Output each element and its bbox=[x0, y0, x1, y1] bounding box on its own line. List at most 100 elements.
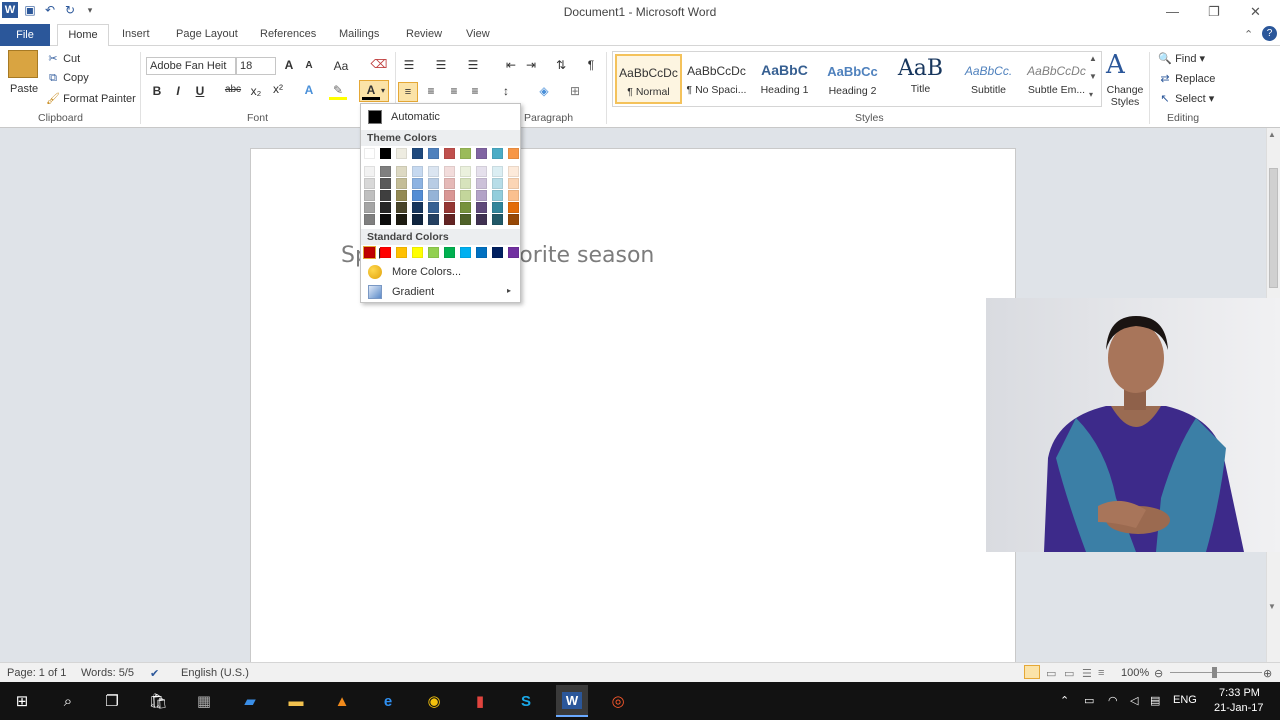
theme-shade-swatch[interactable] bbox=[396, 190, 407, 201]
web-layout-icon[interactable]: ▭ bbox=[1064, 667, 1074, 680]
standard-color-swatch[interactable] bbox=[396, 247, 407, 258]
align-left-icon[interactable]: ≡ bbox=[398, 82, 418, 102]
vlc-icon[interactable]: ▲ bbox=[330, 689, 354, 713]
cut-button[interactable]: ✂ Cut bbox=[46, 52, 80, 65]
bold-icon[interactable]: B bbox=[148, 84, 166, 98]
restore-icon[interactable]: ❐ bbox=[1208, 4, 1220, 20]
clear-formatting-icon[interactable]: ⌫ bbox=[370, 57, 388, 71]
shrink-font-icon[interactable]: A bbox=[300, 60, 318, 71]
text-effects-icon[interactable]: A bbox=[300, 83, 318, 97]
styles-more-icon[interactable]: ▾ bbox=[1089, 90, 1093, 99]
select-button[interactable]: ↖ Select ▾ bbox=[1158, 92, 1214, 105]
borders-icon[interactable]: ⊞ bbox=[566, 84, 584, 98]
font-name-select[interactable]: Adobe Fan Heit bbox=[146, 57, 236, 75]
theme-shade-swatch[interactable] bbox=[508, 202, 519, 213]
theme-shade-swatch[interactable] bbox=[396, 178, 407, 189]
edge-icon[interactable]: e bbox=[376, 689, 400, 713]
grow-font-icon[interactable]: A bbox=[280, 58, 298, 72]
scroll-down-icon[interactable]: ▼ bbox=[1268, 602, 1276, 611]
tab-page-layout[interactable]: Page Layout bbox=[176, 28, 238, 40]
notification-icon[interactable]: ▤ bbox=[1150, 694, 1160, 707]
theme-shade-swatch[interactable] bbox=[364, 214, 375, 225]
standard-color-swatch[interactable] bbox=[380, 247, 391, 258]
zoom-out-icon[interactable]: ⊖ bbox=[1154, 667, 1163, 680]
style-title[interactable]: AaB Title bbox=[887, 54, 954, 104]
copy-button[interactable]: ⧉ Copy bbox=[46, 72, 89, 85]
theme-shade-swatch[interactable] bbox=[476, 202, 487, 213]
clock-time[interactable]: 7:33 PM bbox=[1219, 687, 1260, 699]
tray-expand-icon[interactable]: ⌃ bbox=[1060, 694, 1069, 707]
theme-color-swatch[interactable] bbox=[460, 148, 471, 159]
numbering-icon[interactable]: ☰ bbox=[432, 58, 450, 72]
app-icon[interactable]: ▰ bbox=[238, 689, 262, 713]
tab-view[interactable]: View bbox=[466, 28, 490, 40]
store-icon[interactable]: 🛍 bbox=[146, 689, 170, 713]
theme-shade-swatch[interactable] bbox=[412, 190, 423, 201]
theme-shade-swatch[interactable] bbox=[444, 166, 455, 177]
collapse-ribbon-icon[interactable]: ⌃ bbox=[1244, 28, 1253, 41]
standard-color-swatch[interactable] bbox=[363, 246, 376, 259]
theme-shade-swatch[interactable] bbox=[476, 166, 487, 177]
word-taskbar-icon[interactable]: W bbox=[556, 685, 588, 717]
help-icon[interactable]: ? bbox=[1262, 26, 1277, 41]
standard-color-swatch[interactable] bbox=[492, 247, 503, 258]
theme-shade-swatch[interactable] bbox=[428, 214, 439, 225]
theme-shade-swatch[interactable] bbox=[396, 166, 407, 177]
theme-shade-swatch[interactable] bbox=[412, 214, 423, 225]
clock-date[interactable]: 21-Jan-17 bbox=[1214, 702, 1264, 714]
theme-shade-swatch[interactable] bbox=[380, 178, 391, 189]
volume-icon[interactable]: ◁ bbox=[1130, 694, 1138, 707]
zoom-in-icon[interactable]: ⊕ bbox=[1263, 667, 1272, 680]
theme-color-swatch[interactable] bbox=[396, 148, 407, 159]
theme-color-swatch[interactable] bbox=[444, 148, 455, 159]
paste-button[interactable]: Paste bbox=[10, 83, 38, 95]
theme-shade-swatch[interactable] bbox=[364, 178, 375, 189]
theme-shade-swatch[interactable] bbox=[444, 178, 455, 189]
line-spacing-icon[interactable]: ↕ bbox=[497, 84, 515, 98]
theme-shade-swatch[interactable] bbox=[492, 178, 503, 189]
print-layout-icon[interactable] bbox=[1024, 665, 1040, 679]
change-styles-icon[interactable]: A bbox=[1106, 50, 1125, 80]
theme-shade-swatch[interactable] bbox=[492, 202, 503, 213]
theme-shade-swatch[interactable] bbox=[460, 166, 471, 177]
theme-shade-swatch[interactable] bbox=[364, 202, 375, 213]
automatic-color-option[interactable]: Automatic bbox=[365, 108, 517, 126]
theme-shade-swatch[interactable] bbox=[444, 202, 455, 213]
superscript-icon[interactable]: x² bbox=[269, 82, 287, 96]
theme-shade-swatch[interactable] bbox=[460, 178, 471, 189]
italic-icon[interactable]: I bbox=[169, 84, 187, 98]
theme-shade-swatch[interactable] bbox=[380, 190, 391, 201]
highlight-color-icon[interactable]: ✎ bbox=[329, 83, 347, 100]
align-right-icon[interactable]: ≡ bbox=[445, 84, 463, 98]
theme-shade-swatch[interactable] bbox=[508, 190, 519, 201]
underline-icon[interactable]: U bbox=[191, 84, 209, 98]
task-view-icon[interactable]: ❐ bbox=[100, 689, 124, 713]
standard-color-swatch[interactable] bbox=[428, 247, 439, 258]
language-indicator[interactable]: English (U.S.) bbox=[181, 667, 249, 679]
theme-shade-swatch[interactable] bbox=[460, 202, 471, 213]
theme-color-swatch[interactable] bbox=[508, 148, 519, 159]
proofing-icon[interactable]: ✔ bbox=[150, 667, 159, 680]
tab-mailings[interactable]: Mailings bbox=[339, 28, 379, 40]
tab-insert[interactable]: Insert bbox=[122, 28, 150, 40]
standard-color-swatch[interactable] bbox=[508, 247, 519, 258]
theme-color-swatch[interactable] bbox=[412, 148, 423, 159]
style-subtle-emphasis[interactable]: AaBbCcDc Subtle Em... bbox=[1023, 54, 1090, 104]
theme-color-swatch[interactable] bbox=[492, 148, 503, 159]
file-explorer-icon[interactable]: ▬ bbox=[284, 689, 308, 713]
network-icon[interactable]: ▭ bbox=[1084, 694, 1094, 707]
windows-start-icon[interactable]: ⊞ bbox=[10, 689, 34, 713]
shading-icon[interactable]: ◈ bbox=[535, 84, 553, 98]
theme-shade-swatch[interactable] bbox=[428, 178, 439, 189]
styles-scroll-up-icon[interactable]: ▲ bbox=[1089, 54, 1097, 63]
change-case-icon[interactable]: Aa bbox=[332, 59, 350, 73]
calculator-icon[interactable]: ▦ bbox=[192, 689, 216, 713]
theme-shade-swatch[interactable] bbox=[412, 166, 423, 177]
theme-shade-swatch[interactable] bbox=[412, 202, 423, 213]
style-subtitle[interactable]: AaBbCc. Subtitle bbox=[955, 54, 1022, 104]
tab-file[interactable]: File bbox=[0, 24, 50, 46]
theme-shade-swatch[interactable] bbox=[476, 214, 487, 225]
theme-shade-swatch[interactable] bbox=[460, 214, 471, 225]
skype-icon[interactable]: S bbox=[514, 689, 538, 713]
theme-shade-swatch[interactable] bbox=[492, 214, 503, 225]
